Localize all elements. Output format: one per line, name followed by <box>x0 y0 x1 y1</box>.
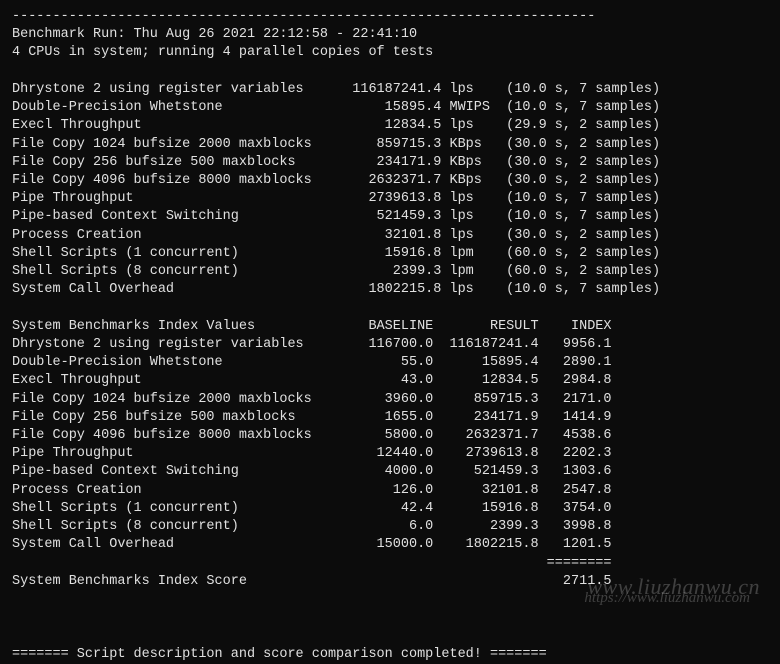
cpus-line: 4 CPUs in system; running 4 parallel cop… <box>12 44 768 62</box>
index-block: Dhrystone 2 using register variables 116… <box>12 336 768 555</box>
index-row: Pipe Throughput 12440.0 2739613.8 2202.3 <box>12 445 768 463</box>
index-row: Shell Scripts (8 concurrent) 6.0 2399.3 … <box>12 518 768 536</box>
index-row: File Copy 4096 bufsize 8000 maxblocks 58… <box>12 427 768 445</box>
test-row: Shell Scripts (8 concurrent) 2399.3 lpm … <box>12 263 768 281</box>
index-rule: ======== <box>12 555 768 573</box>
score-row: System Benchmarks Index Score 2711.5 <box>12 573 768 591</box>
index-row: Shell Scripts (1 concurrent) 42.4 15916.… <box>12 500 768 518</box>
index-header-row: System Benchmarks Index Values BASELINE … <box>12 318 768 336</box>
test-row: Shell Scripts (1 concurrent) 15916.8 lpm… <box>12 245 768 263</box>
test-row: Process Creation 32101.8 lps (30.0 s, 2 … <box>12 227 768 245</box>
blank-row <box>12 591 768 609</box>
footer-line: ======= Script description and score com… <box>12 646 768 664</box>
test-row: File Copy 256 bufsize 500 maxblocks 2341… <box>12 154 768 172</box>
test-row: File Copy 1024 bufsize 2000 maxblocks 85… <box>12 136 768 154</box>
bench-run-line: Benchmark Run: Thu Aug 26 2021 22:12:58 … <box>12 26 768 44</box>
test-row: Pipe-based Context Switching 521459.3 lp… <box>12 208 768 226</box>
index-row: System Call Overhead 15000.0 1802215.8 1… <box>12 536 768 554</box>
index-row: File Copy 256 bufsize 500 maxblocks 1655… <box>12 409 768 427</box>
test-row: System Call Overhead 1802215.8 lps (10.0… <box>12 281 768 299</box>
blank-row <box>12 300 768 318</box>
test-row: Double-Precision Whetstone 15895.4 MWIPS… <box>12 99 768 117</box>
index-row: Execl Throughput 43.0 12834.5 2984.8 <box>12 372 768 390</box>
test-row: Pipe Throughput 2739613.8 lps (10.0 s, 7… <box>12 190 768 208</box>
index-row: File Copy 1024 bufsize 2000 maxblocks 39… <box>12 391 768 409</box>
blank-row <box>12 63 768 81</box>
test-row: File Copy 4096 bufsize 8000 maxblocks 26… <box>12 172 768 190</box>
index-row: Pipe-based Context Switching 4000.0 5214… <box>12 463 768 481</box>
blank-row <box>12 609 768 627</box>
index-row: Double-Precision Whetstone 55.0 15895.4 … <box>12 354 768 372</box>
index-row: Dhrystone 2 using register variables 116… <box>12 336 768 354</box>
test-row: Dhrystone 2 using register variables 116… <box>12 81 768 99</box>
blank-row <box>12 627 768 645</box>
separator-top: ----------------------------------------… <box>12 8 768 26</box>
index-row: Process Creation 126.0 32101.8 2547.8 <box>12 482 768 500</box>
test-row: Execl Throughput 12834.5 lps (29.9 s, 2 … <box>12 117 768 135</box>
tests-block: Dhrystone 2 using register variables 116… <box>12 81 768 300</box>
